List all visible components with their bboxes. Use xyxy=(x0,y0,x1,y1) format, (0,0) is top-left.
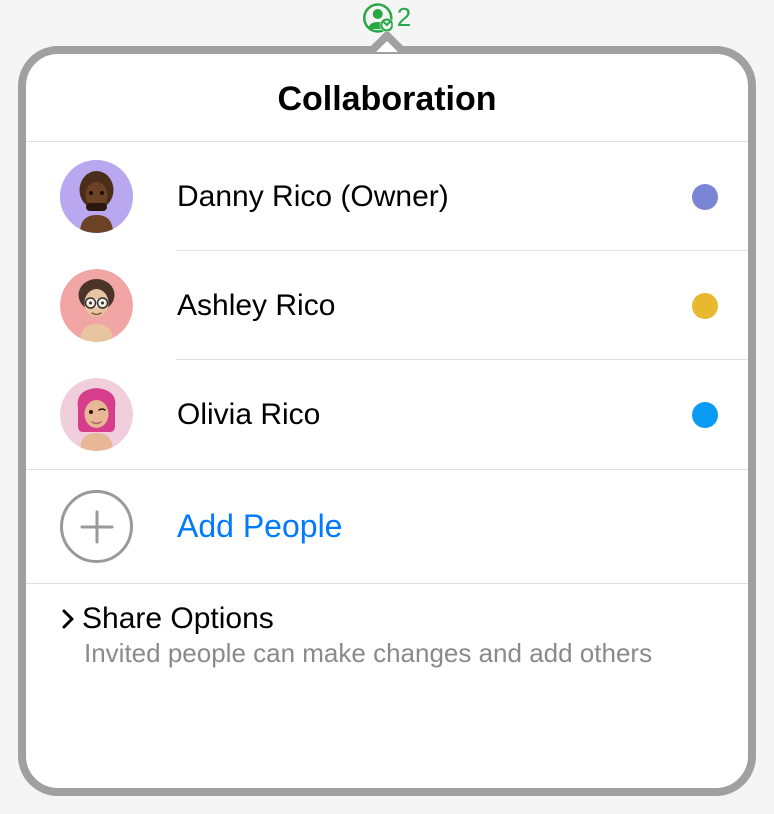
collaboration-trigger[interactable]: 2 xyxy=(363,2,411,33)
popover-title: Collaboration xyxy=(26,80,748,119)
add-people-label: Add People xyxy=(177,508,342,545)
status-dot xyxy=(692,184,718,210)
status-dot xyxy=(692,402,718,428)
status-dot xyxy=(692,293,718,319)
plus-icon xyxy=(60,490,133,563)
share-options-button[interactable]: Share Options Invited people can make ch… xyxy=(26,584,748,689)
avatar xyxy=(60,269,133,342)
person-name: Danny Rico (Owner) xyxy=(177,180,692,214)
chevron-right-icon xyxy=(60,608,76,630)
popover-body: Collaboration Danny Rico (Owner) xyxy=(18,46,756,796)
person-row[interactable]: Olivia Rico xyxy=(26,360,748,469)
avatar xyxy=(60,160,133,233)
person-row-owner[interactable]: Danny Rico (Owner) xyxy=(26,142,748,251)
people-list: Danny Rico (Owner) xyxy=(26,142,748,470)
share-options-subtitle: Invited people can make changes and add … xyxy=(84,638,718,669)
person-name: Olivia Rico xyxy=(177,398,692,432)
popover-header: Collaboration xyxy=(26,54,748,142)
add-people-button[interactable]: Add People xyxy=(26,470,748,584)
avatar xyxy=(60,378,133,451)
share-options-title: Share Options xyxy=(82,602,274,636)
collaboration-popover: Collaboration Danny Rico (Owner) xyxy=(18,30,756,796)
collaborator-icon xyxy=(363,3,393,33)
person-row[interactable]: Ashley Rico xyxy=(26,251,748,360)
collaborator-count: 2 xyxy=(397,2,411,33)
person-name: Ashley Rico xyxy=(177,289,692,323)
